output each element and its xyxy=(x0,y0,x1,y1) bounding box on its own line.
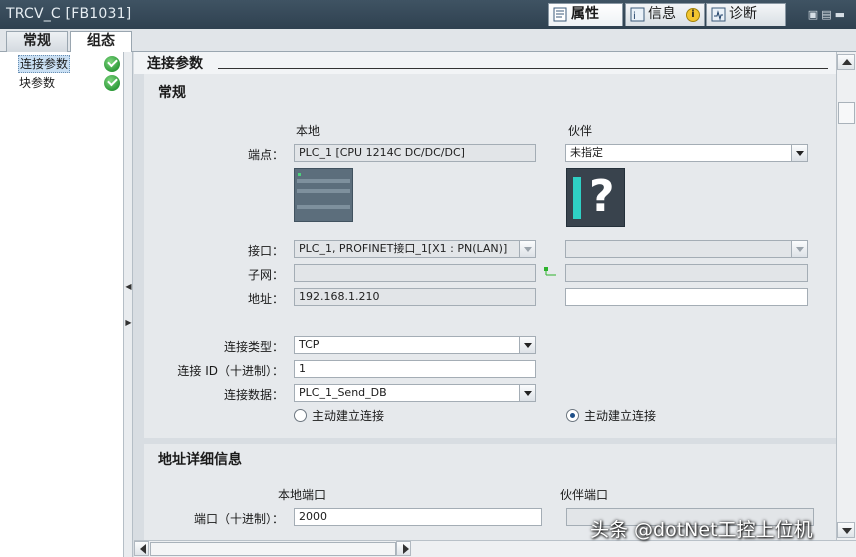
tab-properties[interactable]: 属性 xyxy=(548,3,623,26)
title-bar: TRCV_C [FB1031] 属性 i 信息 i 诊断 ▣▤▬ xyxy=(0,0,856,29)
nav-item-block-params[interactable]: 块参数 xyxy=(4,74,122,92)
section-header: 连接参数 xyxy=(134,52,836,74)
local-subnet-field xyxy=(294,264,536,282)
splitter[interactable]: ◀ ▶ xyxy=(124,52,133,557)
partner-endpoint-value: 未指定 xyxy=(570,146,603,159)
expand-right-icon[interactable]: ▶ xyxy=(125,318,132,328)
connection-data-value: PLC_1_Send_DB xyxy=(299,386,387,399)
local-port-input[interactable]: 2000 xyxy=(294,508,542,526)
nav-item-connection-params[interactable]: 连接参数 xyxy=(4,55,122,73)
collapse-left-icon[interactable]: ◀ xyxy=(125,282,132,292)
tab-configuration[interactable]: 组态 xyxy=(70,31,132,53)
partner-active-radio[interactable] xyxy=(566,409,579,422)
local-active-label: 主动建立连接 xyxy=(312,409,385,423)
chevron-down-icon xyxy=(519,241,535,257)
partner-port-header: 伙伴端口 xyxy=(560,488,609,502)
partner-address-input[interactable] xyxy=(565,288,808,306)
network-link-icon xyxy=(544,267,556,276)
main-content: 连接参数 常规 本地 伙伴 端点： PLC_1 [CPU 1214C DC/DC… xyxy=(134,52,836,540)
local-port-header: 本地端口 xyxy=(278,488,327,502)
unknown-device-icon: ? xyxy=(566,168,625,227)
section-divider xyxy=(218,68,828,69)
vertical-scroll-thumb[interactable] xyxy=(838,102,855,124)
connection-data-select[interactable]: PLC_1_Send_DB xyxy=(294,384,536,402)
plc-device-image xyxy=(294,168,353,222)
left-nav: 连接参数 块参数 xyxy=(0,52,124,557)
tab-diagnostics[interactable]: 诊断 xyxy=(706,3,786,26)
scroll-up-button[interactable] xyxy=(837,54,855,70)
properties-icon xyxy=(553,7,567,22)
chevron-down-icon[interactable] xyxy=(519,337,535,353)
tab-general[interactable]: 常规 xyxy=(6,31,68,52)
check-ok-icon xyxy=(104,75,120,91)
interface-label: 接口： xyxy=(247,244,284,258)
scroll-down-button[interactable] xyxy=(837,522,855,538)
horizontal-scrollbar[interactable] xyxy=(134,540,856,557)
tab-info-label: 信息 xyxy=(648,6,676,22)
connection-type-select[interactable]: TCP xyxy=(294,336,536,354)
local-header: 本地 xyxy=(296,124,321,138)
check-ok-icon xyxy=(104,56,120,72)
chevron-down-icon xyxy=(791,241,807,257)
general-title: 常规 xyxy=(158,85,186,101)
window-controls[interactable]: ▣▤▬ xyxy=(808,8,848,21)
connection-id-label: 连接 ID（十进制）： xyxy=(177,364,284,378)
endpoint-label: 端点： xyxy=(247,148,284,162)
partner-interface-select xyxy=(565,240,808,258)
info-icon: i xyxy=(630,7,645,22)
local-interface-value: PLC_1, PROFINET接口_1[X1 : PN(LAN)] xyxy=(299,242,508,255)
connection-type-label: 连接类型： xyxy=(223,340,284,354)
local-endpoint-field: PLC_1 [CPU 1214C DC/DC/DC] xyxy=(294,144,536,162)
menu-icon[interactable]: ▤ xyxy=(821,8,834,21)
watermark-text: 头条 @dotNet工控上位机 xyxy=(590,519,813,541)
scroll-right-button[interactable] xyxy=(396,541,411,556)
nav-item-label: 块参数 xyxy=(19,76,56,90)
connection-data-label: 连接数据： xyxy=(223,388,284,402)
svg-text:i: i xyxy=(633,11,636,22)
partner-endpoint-select[interactable]: 未指定 xyxy=(565,144,808,162)
window-title: TRCV_C [FB1031] xyxy=(6,6,132,22)
address-details-title: 地址详细信息 xyxy=(158,452,242,468)
connection-id-input[interactable]: 1 xyxy=(294,360,536,378)
chevron-down-icon[interactable] xyxy=(791,145,807,161)
local-active-radio[interactable] xyxy=(294,409,307,422)
partner-header: 伙伴 xyxy=(568,124,593,138)
connection-type-value: TCP xyxy=(299,338,320,351)
port-label: 端口（十进制）： xyxy=(193,512,284,526)
diagnostics-icon xyxy=(711,7,726,22)
minimize-icon[interactable]: ▬ xyxy=(835,8,848,21)
partner-active-label: 主动建立连接 xyxy=(584,409,657,423)
nav-item-label: 连接参数 xyxy=(18,55,71,73)
general-group: 常规 本地 伙伴 端点： PLC_1 [CPU 1214C DC/DC/DC] … xyxy=(144,74,836,438)
scroll-left-button[interactable] xyxy=(134,541,149,556)
section-title: 连接参数 xyxy=(147,56,203,72)
address-label: 地址： xyxy=(247,292,284,306)
subnet-label: 子网： xyxy=(247,268,284,282)
tab-properties-label: 属性 xyxy=(571,6,599,22)
chevron-down-icon[interactable] xyxy=(519,385,535,401)
partner-subnet-field xyxy=(565,264,808,282)
restore-icon[interactable]: ▣ xyxy=(808,8,821,21)
tab-diagnostics-label: 诊断 xyxy=(729,6,757,22)
info-warning-icon: i xyxy=(686,8,700,22)
local-address-field: 192.168.1.210 xyxy=(294,288,536,306)
vertical-scrollbar[interactable] xyxy=(836,52,856,540)
local-interface-select: PLC_1, PROFINET接口_1[X1 : PN(LAN)] xyxy=(294,240,536,258)
tab-info[interactable]: i 信息 i xyxy=(625,3,705,26)
editor-tab-strip: 常规 组态 xyxy=(0,29,856,53)
horizontal-scroll-thumb[interactable] xyxy=(150,542,396,556)
